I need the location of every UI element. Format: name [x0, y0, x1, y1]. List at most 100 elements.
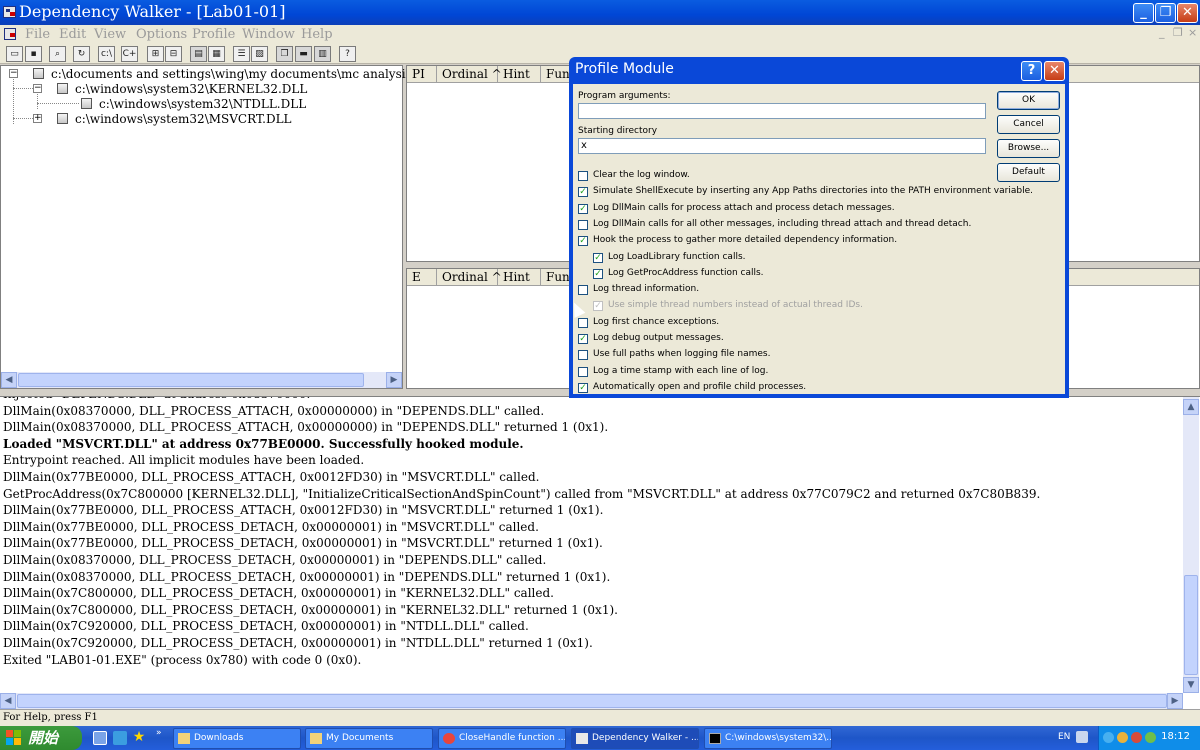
starting-directory-input[interactable]: x [578, 138, 986, 154]
option-checkbox[interactable] [578, 350, 588, 361]
scroll-down-icon[interactable]: ▼ [1183, 677, 1199, 693]
option-checkbox[interactable] [578, 317, 588, 328]
auto-expand-icon[interactable]: ⊞ [147, 46, 164, 62]
option-checkbox[interactable]: ✓ [578, 236, 588, 247]
tree-expander-root[interactable]: − [9, 69, 18, 78]
task-downloads[interactable]: Downloads [173, 728, 301, 749]
option-checkbox[interactable] [578, 171, 588, 181]
open-icon[interactable]: ▭ [6, 46, 23, 62]
show-desktop-icon[interactable] [93, 731, 107, 745]
tray-arrow-icon[interactable] [1103, 732, 1114, 743]
full-paths-button[interactable]: c:\ [98, 46, 115, 62]
menu-file[interactable]: File [25, 27, 50, 42]
quick-launch-more[interactable]: » [156, 728, 162, 738]
tree-node-kernel32[interactable]: c:\windows\system32\KERNEL32.DLL [75, 82, 307, 96]
cascade-icon[interactable]: ❐ [276, 46, 293, 62]
option-checkbox[interactable] [578, 285, 588, 296]
tree-connector [37, 103, 79, 104]
tree-node-root[interactable]: c:\documents and settings\wing\my docume… [51, 67, 457, 81]
menu-window[interactable]: Window [242, 27, 295, 42]
mdi-close-button[interactable]: × [1188, 26, 1197, 39]
option-checkbox[interactable]: ✓ [593, 268, 603, 279]
dialog-close-button[interactable]: ✕ [1044, 61, 1065, 81]
log-horizontal-scrollbar[interactable]: ◀ ▶ [0, 693, 1183, 709]
tile-vertical-icon[interactable]: ▥ [314, 46, 331, 62]
tree-horizontal-scrollbar[interactable]: ◀ ▶ [1, 372, 402, 388]
restore-button[interactable]: ❐ [1155, 3, 1176, 23]
tree-expander-kernel32[interactable]: − [33, 84, 42, 93]
cancel-button[interactable]: Cancel [997, 115, 1060, 134]
option-checkbox[interactable]: ✓ [593, 252, 603, 263]
default-button[interactable]: Default [997, 163, 1060, 182]
menu-view[interactable]: View [94, 27, 126, 42]
scroll-right-icon[interactable]: ▶ [1167, 693, 1183, 709]
scroll-left-icon[interactable]: ◀ [1, 372, 17, 388]
menu-profile[interactable]: Profile [192, 27, 235, 42]
program-arguments-input[interactable] [578, 103, 986, 119]
input-method-icon[interactable] [1076, 731, 1088, 743]
refresh-icon[interactable]: ↻ [73, 46, 90, 62]
log-vertical-scrollbar[interactable]: ▲ ▼ [1183, 397, 1199, 693]
scroll-right-icon[interactable]: ▶ [386, 372, 402, 388]
option-checkbox[interactable]: ✓ [578, 203, 588, 214]
tree-node-msvcrt[interactable]: c:\windows\system32\MSVCRT.DLL [75, 112, 292, 126]
option-checkbox[interactable]: ✓ [578, 187, 588, 198]
task-command-prompt[interactable]: C:\windows\system32\... [704, 728, 832, 749]
tile-horizontal-icon[interactable]: ▬ [295, 46, 312, 62]
internet-explorer-icon[interactable] [113, 731, 127, 745]
highlight-icon[interactable]: ▨ [251, 46, 268, 62]
menu-help[interactable]: Help [301, 27, 333, 42]
mdi-minimize-button[interactable]: _ [1159, 26, 1165, 39]
tree-expander-msvcrt[interactable]: + [33, 114, 42, 123]
tray-volume-icon[interactable] [1145, 732, 1156, 743]
menu-edit[interactable]: Edit [59, 27, 86, 42]
tray-network-icon[interactable] [1117, 732, 1128, 743]
language-indicator[interactable]: EN [1058, 732, 1070, 742]
log-line: DllMain(0x7C920000, DLL_PROCESS_DETACH, … [3, 636, 593, 650]
collapse-icon[interactable]: ⊟ [165, 46, 182, 62]
module-tree-pane[interactable]: − c:\documents and settings\wing\my docu… [0, 65, 457, 389]
scroll-thumb[interactable] [1184, 575, 1198, 675]
dialog-help-button[interactable]: ? [1021, 61, 1042, 81]
option-checkbox[interactable]: ✓ [578, 334, 588, 344]
column-header-e[interactable]: E [407, 269, 437, 286]
scroll-left-icon[interactable]: ◀ [0, 693, 16, 709]
find-icon[interactable]: ⌕ [49, 46, 66, 62]
save-icon[interactable]: ▪ [25, 46, 42, 62]
option-checkbox[interactable]: ✓ [578, 382, 588, 393]
scroll-up-icon[interactable]: ▲ [1183, 399, 1199, 415]
menu-options[interactable]: Options [136, 27, 187, 42]
task-dependency-walker[interactable]: Dependency Walker - ... [571, 728, 699, 749]
view-module-icon[interactable]: ▦ [208, 46, 225, 62]
column-header-ordinal[interactable]: Ordinal ^ [437, 269, 502, 286]
option-checkbox[interactable] [578, 366, 588, 377]
undecorate-cpp-button[interactable]: C+ [121, 46, 138, 62]
task-chrome[interactable]: CloseHandle function ... [438, 728, 566, 749]
dialog-body: Program arguments: Starting directory x … [573, 84, 1065, 394]
log-pane[interactable]: Injected "DEPENDS.DLL" at address 0x0837… [0, 396, 1200, 709]
mdi-restore-button[interactable]: ❐ [1173, 26, 1183, 39]
properties-icon[interactable]: ▤ [190, 46, 207, 62]
clock[interactable]: 18:12 [1161, 731, 1190, 742]
star-icon[interactable]: ★ [132, 730, 146, 745]
column-header-pi[interactable]: PI [407, 66, 437, 83]
chrome-icon [443, 733, 455, 744]
option-checkbox[interactable] [578, 219, 588, 230]
context-help-icon[interactable]: ? [339, 46, 356, 62]
close-button[interactable]: ✕ [1177, 3, 1198, 23]
task-my-documents[interactable]: My Documents [305, 728, 433, 749]
minimize-button[interactable]: _ [1133, 3, 1154, 23]
column-header-hint[interactable]: Hint [498, 269, 541, 286]
mdi-document-icon[interactable] [4, 28, 16, 40]
scroll-thumb[interactable] [17, 694, 1167, 708]
column-header-hint[interactable]: Hint [498, 66, 541, 83]
tree-node-ntdll[interactable]: c:\windows\system32\NTDLL.DLL [99, 97, 306, 111]
tray-security-icon[interactable] [1131, 732, 1142, 743]
column-header-ordinal[interactable]: Ordinal ^ [437, 66, 502, 83]
ok-button[interactable]: OK [997, 91, 1060, 110]
list-view-icon[interactable]: ☰ [233, 46, 250, 62]
start-button[interactable]: 開始 [0, 726, 82, 750]
browse-button[interactable]: Browse... [997, 139, 1060, 158]
option-label: Hook the process to gather more detailed… [593, 235, 898, 246]
scroll-thumb[interactable] [18, 373, 364, 387]
